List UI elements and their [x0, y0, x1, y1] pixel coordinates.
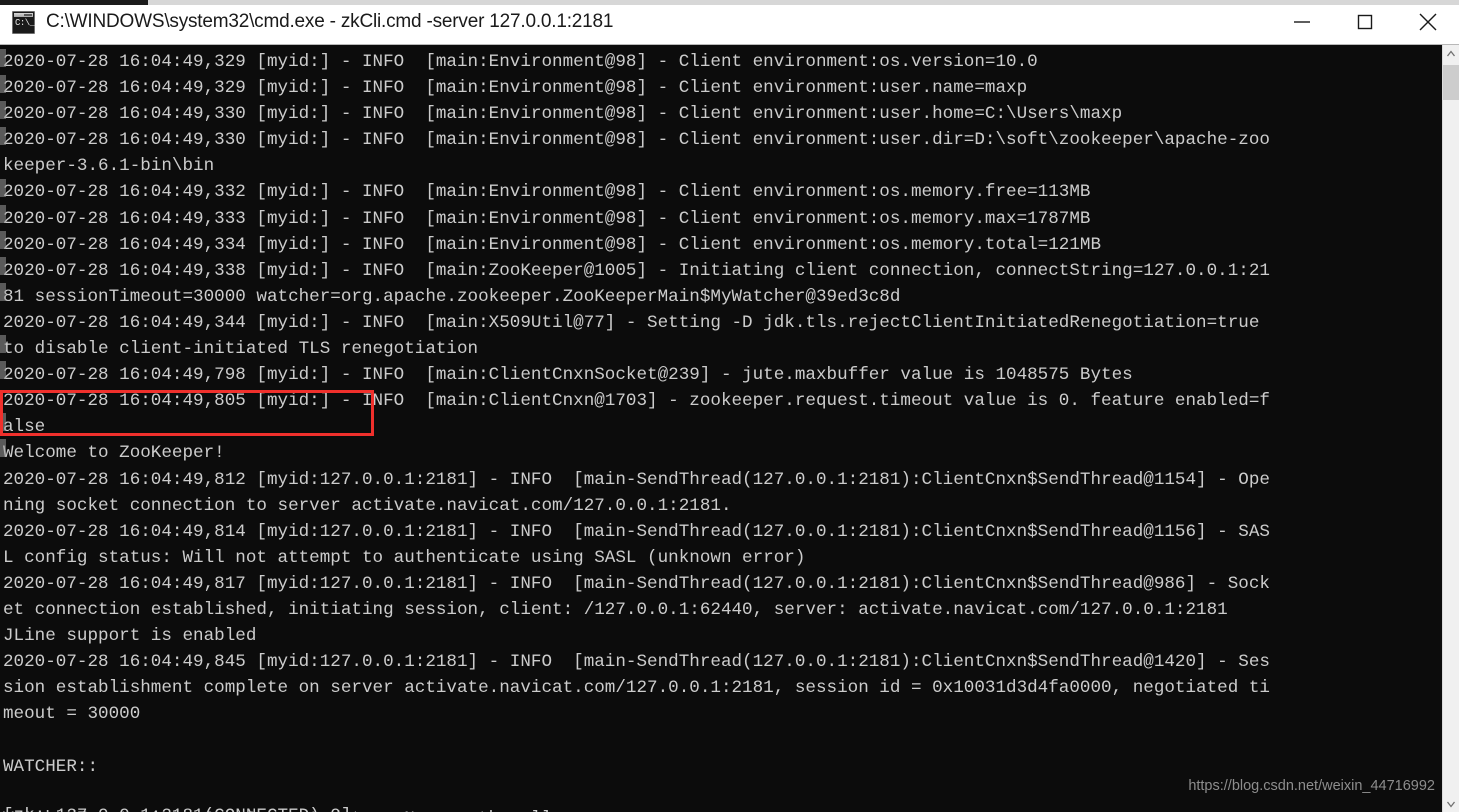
chevron-up-icon [1446, 49, 1456, 56]
console-line: 2020-07-28 16:04:49,329 [myid:] - INFO [… [3, 52, 1038, 72]
close-icon [1419, 13, 1436, 30]
minimize-icon [1293, 20, 1310, 23]
console-line: 2020-07-28 16:04:49,338 [myid:] - INFO [… [3, 260, 1270, 281]
cmd-icon-titlestrip [14, 12, 33, 17]
console-line: keeper-3.6.1-bin\bin [3, 156, 215, 177]
console-line: Welcome to ZooKeeper! [3, 443, 225, 464]
console-line: 2020-07-28 16:04:49,817 [myid:127.0.0.1:… [3, 573, 1270, 594]
minimize-button[interactable] [1270, 0, 1333, 44]
console-line: 2020-07-28 16:04:49,798 [myid:] - INFO [… [3, 365, 1133, 386]
console-line: 2020-07-28 16:04:49,330 [myid:] - INFO [… [3, 130, 1270, 151]
close-button[interactable] [1396, 0, 1459, 44]
cmd-icon-glyph: C:\_ [15, 17, 35, 28]
console-line: sion establishment complete on server ac… [3, 678, 1270, 699]
window-controls [1270, 0, 1459, 45]
console-output-area[interactable]: 2020-07-28 16:04:49,329 [myid:] - INFO [… [0, 45, 1459, 812]
console-line: JLine support is enabled [3, 626, 257, 647]
console-line: to disable client-initiated TLS renegoti… [3, 339, 479, 360]
scrollbar-track[interactable] [1443, 62, 1459, 795]
console-line: 2020-07-28 16:04:49,332 [myid:] - INFO [… [3, 182, 1091, 203]
console-line: 2020-07-28 16:04:49,333 [myid:] - INFO [… [3, 208, 1091, 229]
window-top-edge-artifact-light [148, 0, 1459, 5]
cmd-console-window: C:\_ C:\WINDOWS\system32\cmd.exe - zkCli… [0, 0, 1459, 812]
console-line: et connection established, initiating se… [3, 599, 1228, 620]
vertical-scrollbar[interactable] [1442, 45, 1459, 812]
chevron-down-icon [1446, 801, 1456, 808]
maximize-button[interactable] [1333, 0, 1396, 44]
console-line: 2020-07-28 16:04:49,845 [myid:127.0.0.1:… [3, 652, 1270, 673]
maximize-icon [1357, 14, 1372, 29]
console-line: ning socket connection to server activat… [3, 495, 732, 516]
shell-prompt-line: [zk: 127.0.0.1:2181(CONNECTED) 0] [3, 803, 364, 812]
watermark-url: https://blog.csdn.net/weixin_44716992 [1188, 778, 1435, 794]
console-line: 2020-07-28 16:04:49,344 [myid:] - INFO [… [3, 312, 1260, 333]
console-line: 2020-07-28 16:04:49,329 [myid:] - INFO [… [3, 78, 1028, 99]
console-line: 2020-07-28 16:04:49,812 [myid:127.0.0.1:… [3, 469, 1270, 490]
console-line: 2020-07-28 16:04:49,814 [myid:127.0.0.1:… [3, 521, 1270, 542]
console-text: 2020-07-28 16:04:49,329 [myid:] - INFO [… [3, 49, 1433, 812]
title-bar: C:\_ C:\WINDOWS\system32\cmd.exe - zkCli… [0, 0, 1459, 45]
console-line: L config status: Will not attempt to aut… [3, 547, 806, 568]
scrollbar-thumb[interactable] [1443, 65, 1459, 100]
shell-prompt-text: [zk: 127.0.0.1:2181(CONNECTED) 0] [3, 806, 351, 812]
cmd-console-icon: C:\_ [12, 10, 35, 34]
console-line: 2020-07-28 16:04:49,805 [myid:] - INFO [… [3, 391, 1270, 412]
scroll-up-button[interactable] [1443, 45, 1459, 62]
console-line: 2020-07-28 16:04:49,334 [myid:] - INFO [… [3, 234, 1102, 255]
scroll-down-button[interactable] [1443, 795, 1459, 812]
console-line: meout = 30000 [3, 704, 141, 725]
console-line: alse [3, 417, 46, 438]
console-line: WATCHER:: [3, 756, 99, 777]
window-title: C:\WINDOWS\system32\cmd.exe - zkCli.cmd … [46, 11, 614, 32]
window-top-edge-artifact-dark [0, 0, 148, 5]
console-line: 81 sessionTimeout=30000 watcher=org.apac… [3, 286, 901, 307]
console-line: 2020-07-28 16:04:49,330 [myid:] - INFO [… [3, 104, 1123, 125]
